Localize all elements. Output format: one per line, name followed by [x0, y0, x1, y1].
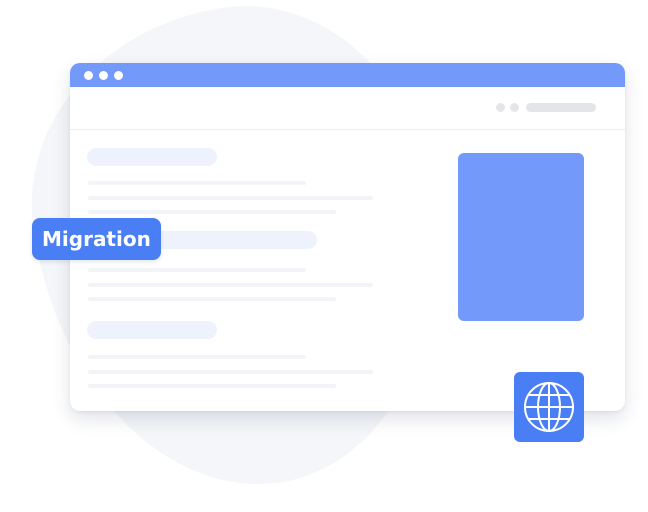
globe-icon [524, 382, 574, 432]
window-control-dot[interactable] [84, 70, 93, 80]
text-line-placeholder [88, 196, 373, 200]
window-toolbar [70, 87, 625, 130]
window-control-dot[interactable] [114, 70, 123, 80]
text-line-placeholder [88, 181, 306, 185]
window-titlebar [70, 63, 625, 87]
text-line-placeholder [88, 268, 306, 272]
toolbar-address-placeholder [526, 103, 596, 112]
text-line-placeholder [88, 370, 373, 374]
text-line-placeholder [88, 283, 373, 287]
text-line-placeholder [88, 355, 306, 359]
migration-badge: Migration [32, 218, 161, 260]
toolbar-indicator-dot [510, 103, 519, 112]
heading-placeholder [87, 148, 217, 166]
text-line-placeholder [88, 297, 336, 301]
globe-tile [514, 372, 584, 442]
window-control-dot[interactable] [99, 70, 108, 80]
toolbar-indicator-dot [496, 103, 505, 112]
text-line-placeholder [88, 210, 336, 214]
image-placeholder [458, 153, 584, 321]
text-line-placeholder [88, 384, 336, 388]
heading-placeholder [87, 321, 217, 339]
